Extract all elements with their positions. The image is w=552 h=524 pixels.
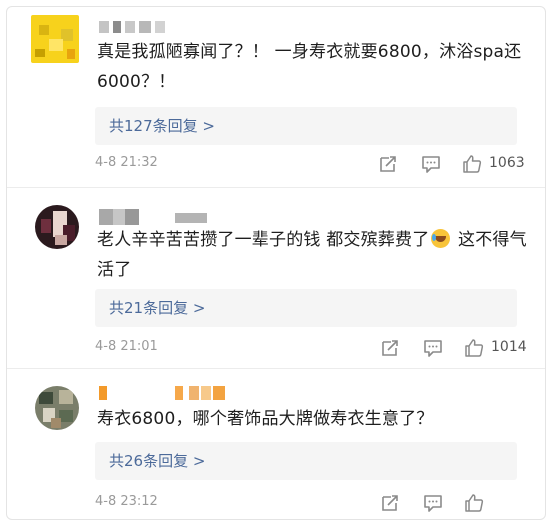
divider	[7, 368, 545, 369]
comment-time: 4-8 21:32	[95, 155, 158, 170]
like-count: 1063	[489, 155, 525, 171]
avatar[interactable]	[31, 15, 79, 63]
comment-meta: 4-8 23:12	[95, 492, 535, 514]
avatar[interactable]	[35, 205, 79, 249]
comment-meta: 4-8 21:32 1063	[95, 153, 535, 175]
share-icon[interactable]	[379, 492, 401, 514]
view-replies-link[interactable]: 共26条回复 >	[95, 442, 517, 480]
crying-laughing-emoji-icon	[431, 229, 451, 248]
thumbs-up-icon[interactable]	[463, 337, 485, 359]
thumbs-up-icon[interactable]	[463, 492, 485, 514]
thumbs-up-icon[interactable]	[461, 153, 483, 175]
share-icon[interactable]	[377, 153, 399, 175]
comment-icon[interactable]	[422, 337, 444, 359]
comment-text: 寿衣6800，哪个奢饰品大牌做寿衣生意了？	[97, 409, 434, 429]
like-count: 1014	[491, 339, 527, 355]
comment-time: 4-8 21:01	[95, 339, 158, 354]
comment-meta: 4-8 21:01 1014	[95, 337, 535, 359]
view-replies-link[interactable]: 共127条回复 >	[95, 107, 517, 145]
divider	[7, 187, 545, 188]
comment-time: 4-8 23:12	[95, 494, 158, 509]
comment-list: 真是我孤陋寡闻了？！ 一身寿衣就要6800，沐浴spa还6000？！ 共127条…	[6, 6, 546, 520]
avatar[interactable]	[35, 386, 79, 430]
share-icon[interactable]	[379, 337, 401, 359]
comment-text: 真是我孤陋寡闻了？！ 一身寿衣就要6800，沐浴spa还6000？！	[97, 42, 522, 92]
comment-text-part: 老人辛辛苦苦攒了一辈子的钱 都交殡葬费了	[97, 230, 430, 250]
comment-text: 老人辛辛苦苦攒了一辈子的钱 都交殡葬费了 这不得气活了	[97, 225, 527, 285]
comment-icon[interactable]	[422, 492, 444, 514]
view-replies-link[interactable]: 共21条回复 >	[95, 289, 517, 327]
comment-icon[interactable]	[420, 153, 442, 175]
